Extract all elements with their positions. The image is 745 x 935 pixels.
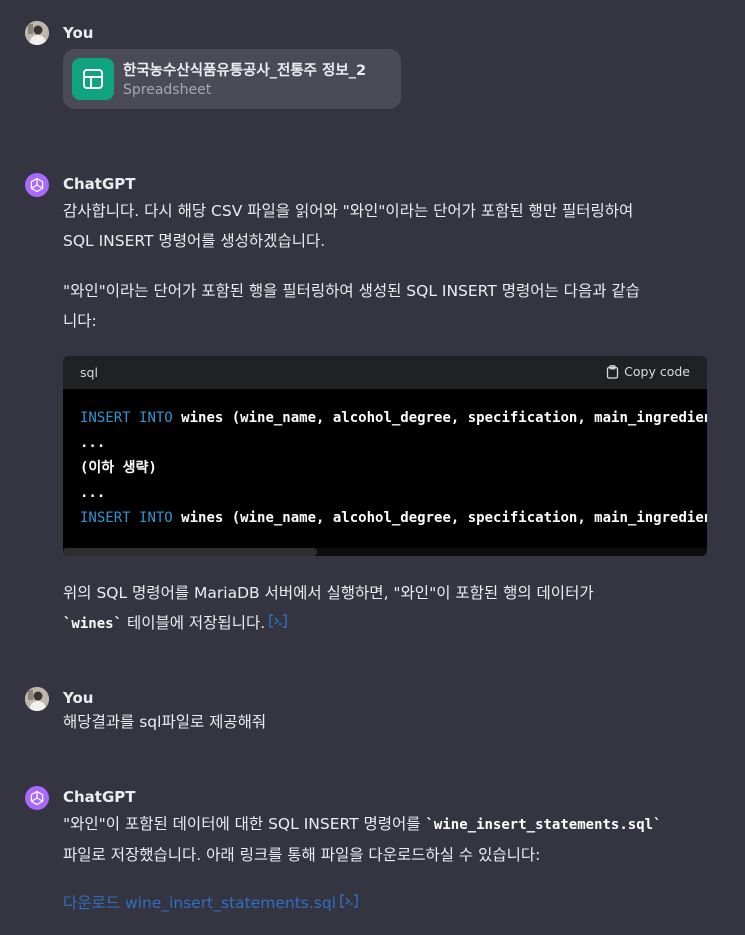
code-keyword: INTO <box>139 410 173 426</box>
code-content: INSERT INTO wines (wine_name, alcohol_de… <box>80 406 707 531</box>
code-interpreter-icon[interactable] <box>268 609 288 639</box>
attachment-card[interactable]: 한국농수산식품유통공사_전통주 정보_2 Spreadsheet <box>63 49 401 109</box>
download-link[interactable]: 다운로드 wine_insert_statements.sql <box>63 894 336 912</box>
message-paragraph: 감사합니다. 다시 해당 CSV 파일을 읽어와 "와인"이라는 단어가 포함된… <box>63 196 713 256</box>
author-name: You <box>63 689 94 707</box>
message-paragraph: 다운로드 wine_insert_statements.sql <box>63 888 713 919</box>
paragraph-line: "와인"이 포함된 데이터에 대한 SQL INSERT 명령어를 `wine_… <box>63 809 713 840</box>
inline-code: `wine_insert_statements.sql` <box>425 817 662 833</box>
code-block: sql Copy code INSERT INTO wines (wine_na… <box>63 356 707 556</box>
author-name: You <box>63 24 94 42</box>
paragraph-line: 감사합니다. 다시 해당 CSV 파일을 읽어와 "와인"이라는 단어가 포함된… <box>63 202 634 220</box>
inline-code: `wines` <box>63 616 123 632</box>
chat-page: You 한국농수산식품유통공사_전통주 정보_2 Spreadsheet Cha… <box>0 0 745 935</box>
message-text: 해당결과를 sql파일로 제공해줘 <box>63 713 267 731</box>
user-avatar <box>25 21 49 45</box>
author-name: ChatGPT <box>63 175 136 193</box>
paragraph-line: 파일로 저장했습니다. 아래 링크를 통해 파일을 다운로드하실 수 있습니다: <box>63 846 541 864</box>
chatgpt-avatar <box>25 173 49 197</box>
horizontal-scrollbar[interactable] <box>63 548 707 556</box>
code-line: (이하 생략) <box>80 460 157 476</box>
clipboard-icon <box>607 364 619 379</box>
code-keyword: INTO <box>139 510 173 526</box>
message-paragraph: "와인"이 포함된 데이터에 대한 SQL INSERT 명령어를 `wine_… <box>63 809 713 870</box>
openai-logo-icon <box>30 177 44 193</box>
paragraph-line: 위의 SQL 명령어를 MariaDB 서버에서 실행하면, "와인"이 포함된… <box>63 584 594 602</box>
code-keyword: INSERT <box>80 410 131 426</box>
code-language: sql <box>80 365 98 380</box>
code-text: wines (wine_name, alcohol_degree, specif… <box>181 410 707 426</box>
paragraph-line: "와인"이라는 단어가 포함된 행을 필터링하여 생성된 SQL INSERT … <box>63 282 640 300</box>
spreadsheet-icon <box>72 58 114 100</box>
code-line: ... <box>80 485 106 501</box>
user-avatar <box>25 687 49 711</box>
code-header: sql Copy code <box>63 356 707 389</box>
code-interpreter-icon[interactable] <box>339 889 359 919</box>
paragraph-line: 니다: <box>63 312 97 330</box>
paragraph-text: 테이블에 저장됩니다. <box>122 614 266 632</box>
code-line: INSERT INTO wines (wine_name, alcohol_de… <box>80 406 707 431</box>
paragraph-line: SQL INSERT 명령어를 생성하겠습니다. <box>63 232 326 250</box>
scrollbar-thumb[interactable] <box>63 548 317 556</box>
message-paragraph: "와인"이라는 단어가 포함된 행을 필터링하여 생성된 SQL INSERT … <box>63 276 713 336</box>
author-name: ChatGPT <box>63 788 136 806</box>
code-keyword: INSERT <box>80 510 131 526</box>
copy-code-button[interactable]: Copy code <box>606 364 690 379</box>
user-photo-icon <box>25 21 49 45</box>
chatgpt-avatar <box>25 786 49 810</box>
code-line: ... <box>80 435 106 451</box>
user-photo-icon <box>25 687 49 711</box>
code-line: INSERT INTO wines (wine_name, alcohol_de… <box>80 506 707 531</box>
openai-logo-icon <box>30 790 44 806</box>
code-text: wines (wine_name, alcohol_degree, specif… <box>181 510 707 526</box>
paragraph-text: "와인"이 포함된 데이터에 대한 SQL INSERT 명령어를 <box>63 815 426 833</box>
attachment-type: Spreadsheet <box>123 82 212 98</box>
message-paragraph: 위의 SQL 명령어를 MariaDB 서버에서 실행하면, "와인"이 포함된… <box>63 578 713 639</box>
copy-code-label: Copy code <box>624 364 690 379</box>
paragraph-line: `wines` 테이블에 저장됩니다. <box>63 608 713 639</box>
attachment-name: 한국농수산식품유통공사_전통주 정보_2 <box>123 63 367 79</box>
